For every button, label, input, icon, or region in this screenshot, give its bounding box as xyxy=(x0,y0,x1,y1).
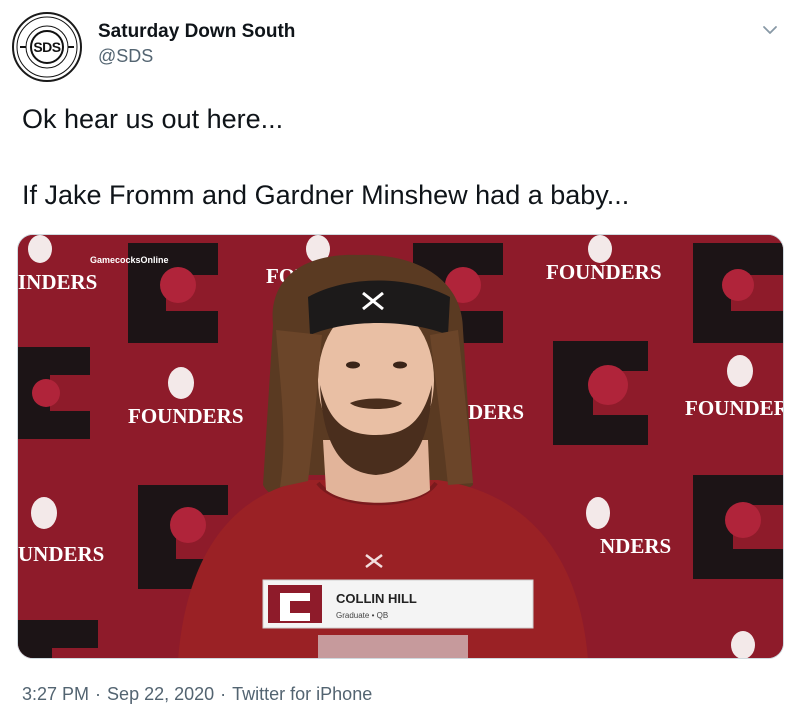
watermark-text: GamecocksOnline xyxy=(90,255,169,265)
tweet-media-image[interactable]: INDERS FOU FOUNDERS FOUNDERS DERS FOUNDE… xyxy=(17,234,784,659)
tweet-text-line-1: Ok hear us out here... xyxy=(22,104,284,134)
tweet-footer: 3:27 PM · Sep 22, 2020 · Twitter for iPhone xyxy=(22,684,372,705)
lower-third-name-plate: COLLIN HILL Graduate • QB xyxy=(262,579,534,629)
author-handle[interactable]: @SDS xyxy=(98,46,153,67)
tweet-text-line-2: If Jake Fromm and Gardner Minshew had a … xyxy=(22,180,630,210)
backdrop-text: UNDERS xyxy=(18,542,104,566)
backdrop-text: DERS xyxy=(468,400,524,424)
lower-third-name: COLLIN HILL xyxy=(336,591,417,606)
separator: · xyxy=(95,684,102,704)
backdrop-text: FOUNDER xyxy=(685,396,784,420)
tweet-card: SDS Saturday Down South @SDS Ok hear us … xyxy=(0,0,800,724)
lower-third-role: Graduate • QB xyxy=(336,611,388,620)
chevron-down-icon[interactable] xyxy=(760,20,780,40)
press-conference-photo: INDERS FOU FOUNDERS FOUNDERS DERS FOUNDE… xyxy=(18,235,784,658)
avatar-logo-text: SDS xyxy=(30,30,64,64)
tweet-source[interactable]: Twitter for iPhone xyxy=(232,684,372,704)
backdrop-text: NDERS xyxy=(600,534,671,558)
author-display-name[interactable]: Saturday Down South xyxy=(98,21,295,43)
avatar[interactable]: SDS xyxy=(12,12,82,82)
backdrop-text: FOUNDERS xyxy=(128,404,244,428)
backdrop-text: INDERS xyxy=(18,270,97,294)
tweet-date[interactable]: Sep 22, 2020 xyxy=(107,684,214,704)
backdrop-text: FOUNDERS xyxy=(546,260,662,284)
separator: · xyxy=(220,684,227,704)
tweet-time[interactable]: 3:27 PM xyxy=(22,684,89,704)
